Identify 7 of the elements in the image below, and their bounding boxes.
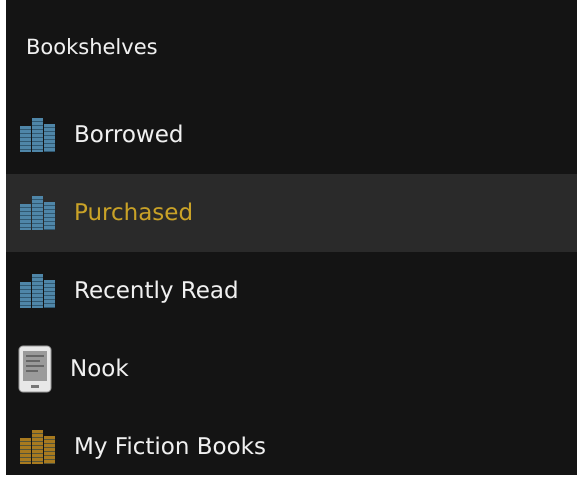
e-reader-icon: [18, 345, 52, 393]
shelf-item[interactable]: Purchased: [6, 174, 577, 252]
shelf-item[interactable]: Recently Read: [6, 252, 577, 330]
shelf-item[interactable]: Nook: [6, 330, 577, 408]
panel-title: Bookshelves: [26, 34, 158, 62]
shelf-item[interactable]: My Fiction Books: [6, 408, 577, 481]
shelf-item[interactable]: Borrowed: [6, 96, 577, 174]
